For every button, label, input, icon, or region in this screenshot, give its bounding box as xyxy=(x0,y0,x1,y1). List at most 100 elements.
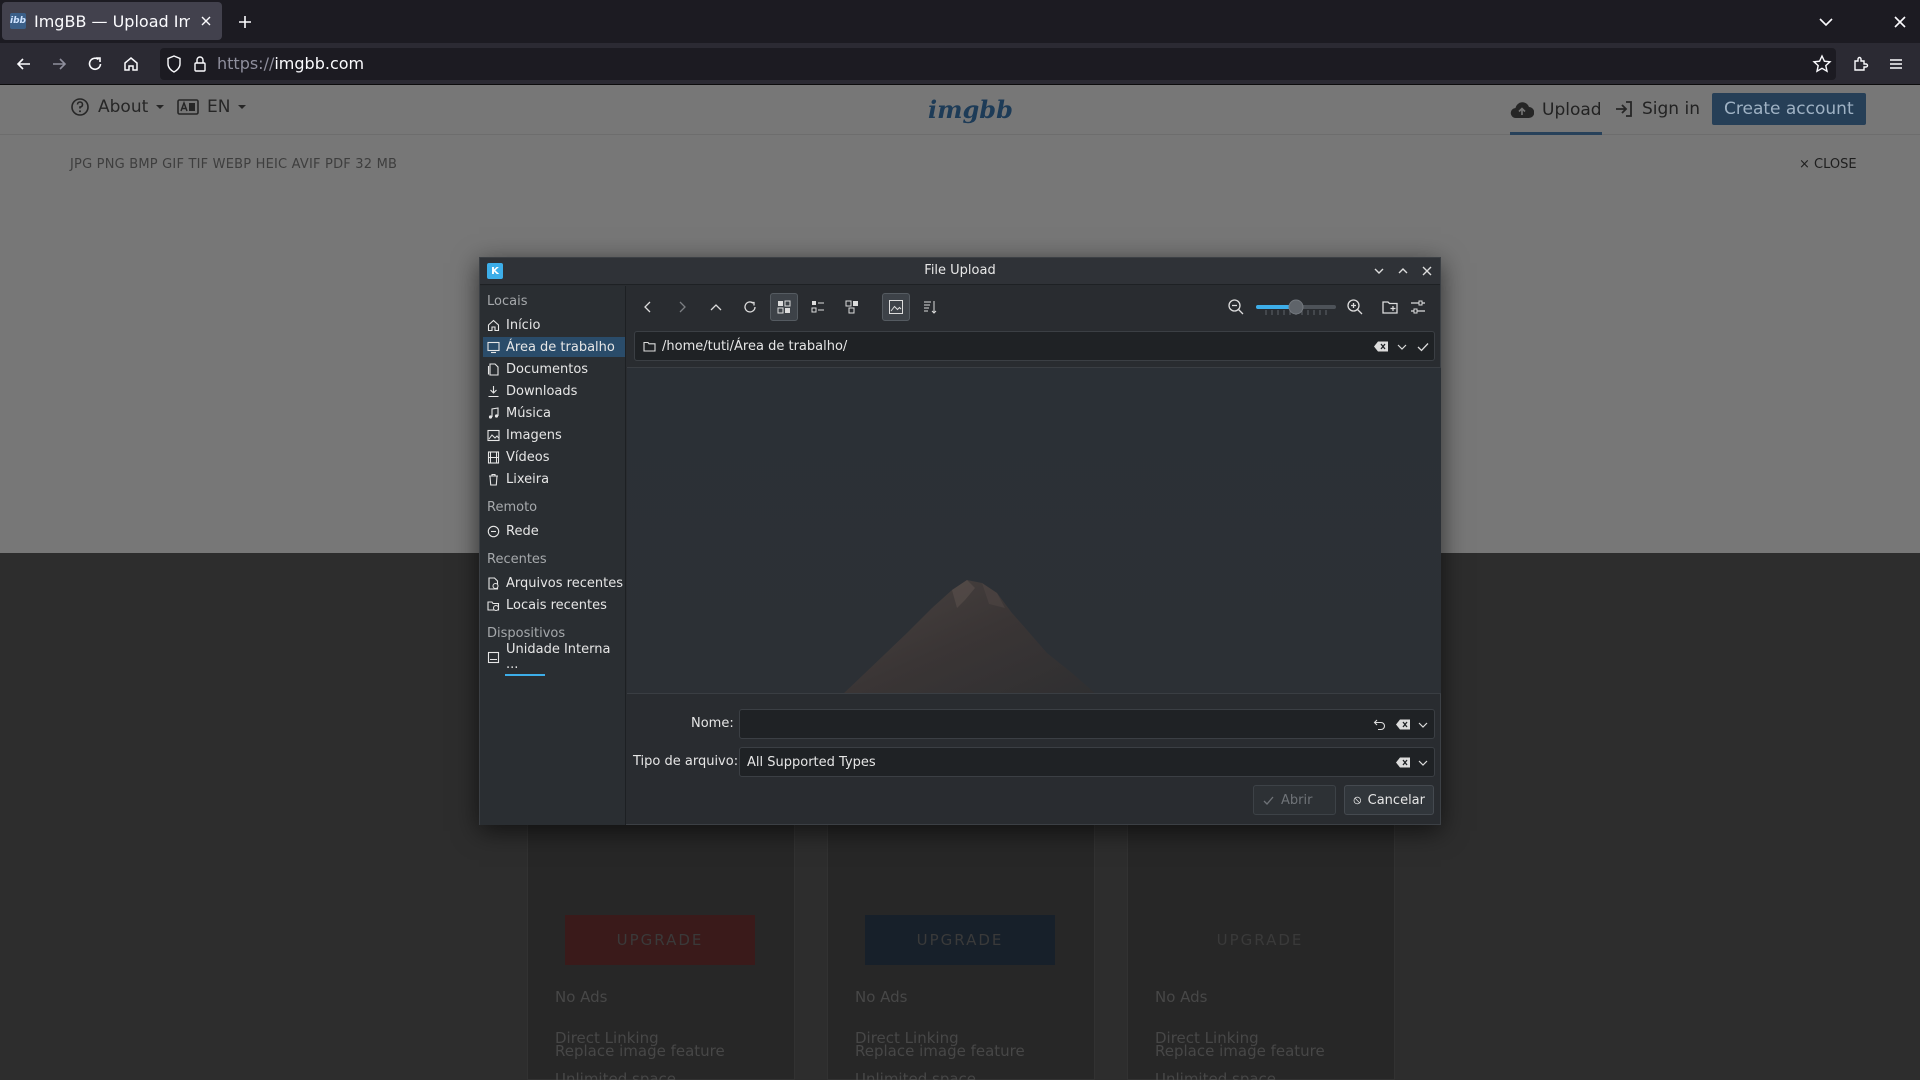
places-heading-recentes: Recentes xyxy=(487,552,547,567)
place-unidade-interna[interactable]: Unidade Interna ... xyxy=(483,642,625,672)
signin-link[interactable]: Sign in xyxy=(1614,99,1700,119)
preview-icon[interactable] xyxy=(882,293,910,321)
undo-icon[interactable] xyxy=(1373,718,1386,731)
dialog-title: File Upload xyxy=(924,263,996,278)
place-lixeira[interactable]: Lixeira xyxy=(483,469,625,489)
cancel-button[interactable]: Cancelar xyxy=(1344,785,1434,815)
tab-close-icon[interactable] xyxy=(198,13,214,29)
confirm-path-icon[interactable] xyxy=(1416,340,1430,354)
clear-text-icon[interactable] xyxy=(1395,718,1411,731)
plan-feature: No Ads xyxy=(855,988,908,1006)
upload-label: Upload xyxy=(1542,100,1602,120)
language-label: EN xyxy=(207,97,231,117)
place-label: Área de trabalho xyxy=(506,339,615,355)
location-path[interactable]: /home/tuti/Área de trabalho/ xyxy=(662,339,847,354)
close-upload-button[interactable]: × CLOSE xyxy=(1799,157,1857,172)
plan-feature: Replace image feature xyxy=(555,1042,725,1060)
chevron-down-icon[interactable] xyxy=(1417,757,1429,769)
upgrade-button[interactable]: UPGRADE xyxy=(565,915,755,965)
home-icon[interactable] xyxy=(119,52,143,76)
clear-text-icon[interactable] xyxy=(1373,340,1389,353)
browser-tab-imgbb[interactable]: ibb ImgBB — Upload Image xyxy=(2,2,222,40)
dialog-close-icon[interactable] xyxy=(1420,264,1434,278)
upload-nav-link[interactable]: Upload xyxy=(1510,85,1602,135)
new-tab-button[interactable] xyxy=(234,11,256,33)
imgbb-logo[interactable]: imgbb xyxy=(928,95,1013,124)
place-arquivos-recentes[interactable]: Arquivos recentes xyxy=(483,573,625,593)
place-imagens[interactable]: Imagens xyxy=(483,425,625,445)
plan-feature: No Ads xyxy=(555,988,608,1006)
place-label: Música xyxy=(506,405,551,421)
compact-view-icon[interactable] xyxy=(804,293,832,321)
network-icon xyxy=(487,525,500,537)
place-musica[interactable]: Música xyxy=(483,403,625,423)
open-button[interactable]: Abrir xyxy=(1253,785,1336,815)
zoom-in-icon[interactable] xyxy=(1341,293,1369,321)
place-downloads[interactable]: Downloads xyxy=(483,381,625,401)
extensions-icon[interactable] xyxy=(1848,52,1872,76)
maximize-icon[interactable] xyxy=(1396,264,1410,278)
caret-down-icon xyxy=(238,105,247,109)
reload-icon[interactable] xyxy=(736,293,764,321)
forward-icon[interactable] xyxy=(668,293,696,321)
back-icon[interactable] xyxy=(634,293,662,321)
window-close-icon[interactable] xyxy=(1890,12,1910,32)
downloads-icon xyxy=(488,385,499,397)
filetype-label: Tipo de arquivo: xyxy=(633,754,739,769)
zoom-out-icon[interactable] xyxy=(1222,293,1250,321)
places-panel: Locais Início Área de trabalho Documento… xyxy=(480,286,626,825)
options-icon[interactable] xyxy=(1404,293,1432,321)
icons-view-icon[interactable] xyxy=(770,293,798,321)
reload-icon[interactable] xyxy=(83,52,107,76)
site-header: About EN imgbb Upload Sign in Create acc… xyxy=(0,85,1920,135)
url-text[interactable]: https://imgbb.com xyxy=(217,54,364,73)
place-documentos[interactable]: Documentos xyxy=(483,359,625,379)
upgrade-button[interactable]: UPGRADE xyxy=(865,915,1055,965)
sort-icon[interactable] xyxy=(916,293,944,321)
place-label: Imagens xyxy=(506,427,562,443)
place-area-de-trabalho[interactable]: Área de trabalho xyxy=(483,337,625,357)
list-tabs-chevron-icon[interactable] xyxy=(1815,12,1837,32)
filename-input[interactable] xyxy=(739,709,1435,739)
place-label: Documentos xyxy=(506,361,589,377)
dialog-titlebar[interactable]: K File Upload xyxy=(480,258,1440,285)
file-upload-dialog: K File Upload Locais Início Área de trab… xyxy=(479,257,1441,825)
drive-capacity-bar xyxy=(505,674,545,676)
open-label: Abrir xyxy=(1281,792,1313,808)
place-label: Rede xyxy=(506,523,539,539)
place-label: Unidade Interna ... xyxy=(506,642,611,672)
app-menu-icon[interactable] xyxy=(1884,52,1908,76)
lock-icon[interactable] xyxy=(191,54,209,74)
minimize-icon[interactable] xyxy=(1372,264,1386,278)
back-icon[interactable] xyxy=(12,52,36,76)
upgrade-button[interactable]: UPGRADE xyxy=(1165,915,1355,965)
zoom-slider[interactable] xyxy=(1256,299,1336,315)
clear-text-icon[interactable] xyxy=(1395,756,1411,769)
cloud-upload-icon xyxy=(1510,102,1534,119)
parent-folder-icon[interactable] xyxy=(702,293,730,321)
bookmark-star-icon[interactable] xyxy=(1812,54,1832,74)
place-inicio[interactable]: Início xyxy=(483,315,625,335)
chevron-down-icon[interactable] xyxy=(1417,719,1429,731)
location-bar[interactable]: /home/tuti/Área de trabalho/ xyxy=(634,331,1435,361)
about-menu[interactable]: About xyxy=(70,97,165,117)
signin-label: Sign in xyxy=(1642,99,1700,119)
place-videos[interactable]: Vídeos xyxy=(483,447,625,467)
new-folder-icon[interactable] xyxy=(1376,293,1404,321)
place-locais-recentes[interactable]: Locais recentes xyxy=(483,595,625,615)
tab-title: ImgBB — Upload Image xyxy=(34,11,190,31)
create-account-button[interactable]: Create account xyxy=(1712,93,1866,125)
forward-icon[interactable] xyxy=(47,52,71,76)
url-bar[interactable]: https://imgbb.com xyxy=(160,48,1836,80)
images-icon xyxy=(487,429,500,441)
tracking-shield-icon[interactable] xyxy=(164,54,184,74)
filetype-select[interactable]: All Supported Types xyxy=(739,747,1435,777)
tree-view-icon[interactable] xyxy=(838,293,866,321)
tab-strip: ibb ImgBB — Upload Image xyxy=(0,0,1920,43)
language-menu[interactable]: EN xyxy=(177,97,247,117)
sign-in-icon xyxy=(1616,101,1632,117)
history-dropdown-icon[interactable] xyxy=(1396,341,1408,353)
place-rede[interactable]: Rede xyxy=(483,521,625,541)
file-view-area[interactable] xyxy=(627,367,1441,694)
supported-file-types: JPG PNG BMP GIF TIF WEBP HEIC AVIF PDF 3… xyxy=(70,157,398,172)
